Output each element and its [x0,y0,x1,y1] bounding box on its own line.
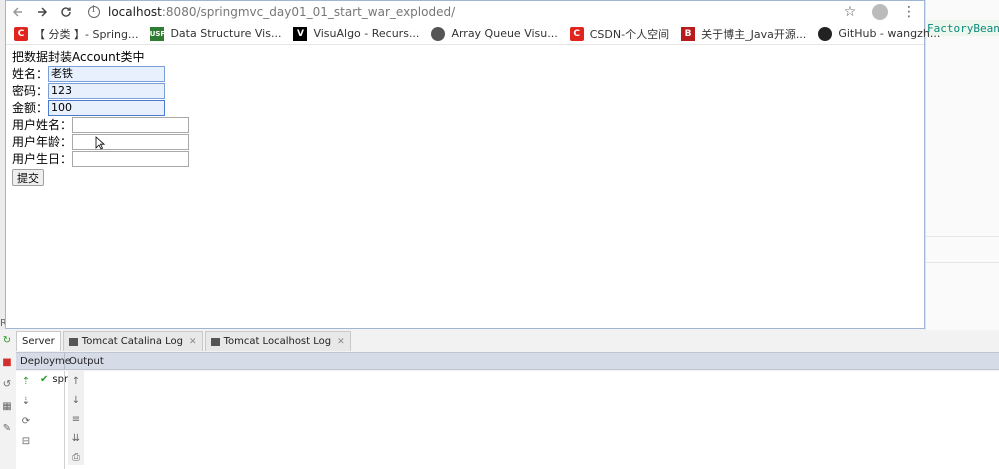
user-birthday-input[interactable] [72,150,190,167]
money-input[interactable]: 100 [48,99,166,116]
log-icon [68,337,78,346]
form-row-name: 姓名： 老铁 [12,65,918,82]
back-button[interactable] [6,1,30,23]
pane-divider[interactable] [64,371,65,469]
bookmark-label: GitHub - wangzh... [838,27,941,40]
form-row-password: 密码： 123 [12,82,918,99]
deploy-up-icon[interactable]: ⇡ [20,375,32,387]
tab-label: Tomcat Localhost Log [223,336,332,347]
output-column-header: Output [69,355,104,367]
user-name-input[interactable] [72,116,190,133]
blog-icon: B [681,26,696,41]
deployment-column-header: Deployme [20,355,71,367]
address-bar[interactable]: localhost:8080/springmvc_day01_01_start_… [78,5,842,19]
profile-avatar-icon[interactable] [872,4,888,20]
ide-side-toolbar: ↻ ■ ↺ ▦ ✎ [0,334,14,444]
deployment-toolbar: ⇡ ⇣ ⟳ ⊟ [16,375,36,455]
page-content: 把数据封装Account类中 姓名： 老铁 密码： 123 金额： 100 用户… [6,45,924,190]
scroll-up-icon[interactable]: ↑ [70,375,82,387]
mouse-cursor-icon [95,136,105,150]
tab-tomcat-catalina-log[interactable]: Tomcat Catalina Log ✕ [62,331,203,351]
form-row-userage: 用户年龄： [12,133,918,150]
ide-services-panel: ↻ ■ ↺ ▦ ✎ Server Tomcat Catalina Log ✕ To… [0,330,999,469]
scroll-down-icon[interactable]: ↓ [70,394,82,406]
form-row-userbirthday: 用户生日： [12,150,918,167]
reload-button[interactable] [54,1,78,23]
tab-server[interactable]: Server [16,331,61,351]
forward-button[interactable] [30,1,54,23]
url-host: localhost [108,5,162,19]
deploy-all-icon[interactable]: ⊟ [20,435,32,447]
bookmark-star-icon[interactable]: ☆ [842,4,858,20]
usf-icon: USF [150,26,165,41]
name-input[interactable]: 老铁 [48,65,166,82]
deploy-down-icon[interactable]: ⇣ [20,395,32,407]
tab-tomcat-localhost-log[interactable]: Tomcat Localhost Log ✕ [204,331,351,351]
browser-window: localhost:8080/springmvc_day01_01_start_… [5,0,940,329]
password-input[interactable]: 123 [48,82,166,99]
output-toolbar: ↑ ↓ ≡ ⇊ ⎙ [68,371,84,465]
form-row-username: 用户姓名： [12,116,918,133]
layout-icon[interactable]: ▦ [1,400,13,412]
back-arrow-icon [12,7,22,17]
ide-tab-bar: Server Tomcat Catalina Log ✕ Tomcat Local… [16,330,353,351]
check-icon: ✔ [40,374,49,385]
tab-label: Tomcat Catalina Log [81,336,184,347]
field-label: 姓名： [12,67,49,81]
bookmark-item[interactable]: V VisuAlgo - Recurs... [293,26,420,41]
deployment-item-label: spr [52,374,69,385]
info-icon[interactable] [88,5,100,18]
visualgo-icon: V [293,26,308,41]
globe-icon [431,26,446,41]
scroll-to-end-icon[interactable]: ⇊ [70,432,82,444]
bookmark-label: 【 分类 】- Spring... [34,27,139,41]
bookmark-label: Array Queue Visu... [451,27,558,40]
ide-panel-body: ⇡ ⇣ ⟳ ⊟ ✔ spr ↑ ↓ ≡ ⇊ ⎙ [16,371,999,469]
bookmark-label: Data Structure Vis... [170,27,282,40]
field-label: 用户姓名： [12,118,73,132]
csdn-icon: C [14,26,28,41]
ide-separator [925,262,999,263]
bookmark-item[interactable]: USF Data Structure Vis... [150,26,282,41]
refresh-icon[interactable]: ↺ [1,378,13,390]
menu-kebab-icon[interactable]: ⋮ [902,4,916,20]
bookmark-item[interactable]: B 关于博主_Java开源... [681,26,806,42]
tab-label: Server [22,336,55,347]
print-icon[interactable]: ⎙ [70,451,82,463]
field-label: 金额： [12,101,49,115]
bookmark-label: VisuAlgo - Recurs... [313,27,420,40]
github-icon [818,26,833,41]
url-path: :8080/springmvc_day01_01_start_war_explo… [161,5,456,19]
field-label: 用户生日： [12,152,73,166]
ide-editor-peek [925,0,999,330]
csdn-icon: C [569,26,584,41]
bookmark-item[interactable]: C CSDN-个人空间 [569,26,670,42]
field-label: 密码： [12,84,49,98]
submit-button[interactable]: 提交 [12,169,44,186]
ide-separator [925,236,999,237]
stop-icon[interactable]: ■ [1,356,13,368]
reload-icon [61,7,71,17]
bookmark-label: 关于博主_Java开源... [701,27,807,41]
bookmark-item[interactable]: GitHub - wangzh... [818,26,941,41]
forward-arrow-icon [38,7,48,17]
field-label: 用户年龄： [12,135,73,149]
redeploy-icon[interactable]: ⟳ [20,415,32,427]
bookmark-label: CSDN-个人空间 [589,27,670,41]
soft-wrap-icon[interactable]: ≡ [70,413,82,425]
user-age-input[interactable] [72,133,190,150]
close-icon[interactable]: ✕ [337,337,345,347]
screen: FactoryBean" R localhost:8080/springmvc_… [0,0,999,469]
page-title: 把数据封装Account类中 [12,50,145,64]
rerun-icon[interactable]: ↻ [1,334,13,346]
bookmark-item[interactable]: C 【 分类 】- Spring... [14,26,138,42]
browser-toolbar: localhost:8080/springmvc_day01_01_start_… [6,1,924,23]
pin-icon[interactable]: ✎ [1,422,13,434]
close-icon[interactable]: ✕ [189,337,197,347]
ide-column-header: Deployme Output [16,352,999,370]
log-icon [210,337,220,346]
bookmarks-bar: C 【 分类 】- Spring... USF Data Structure Vis… [6,23,940,45]
form-row-money: 金额： 100 [12,99,918,116]
bookmark-item[interactable]: Array Queue Visu... [431,26,558,41]
